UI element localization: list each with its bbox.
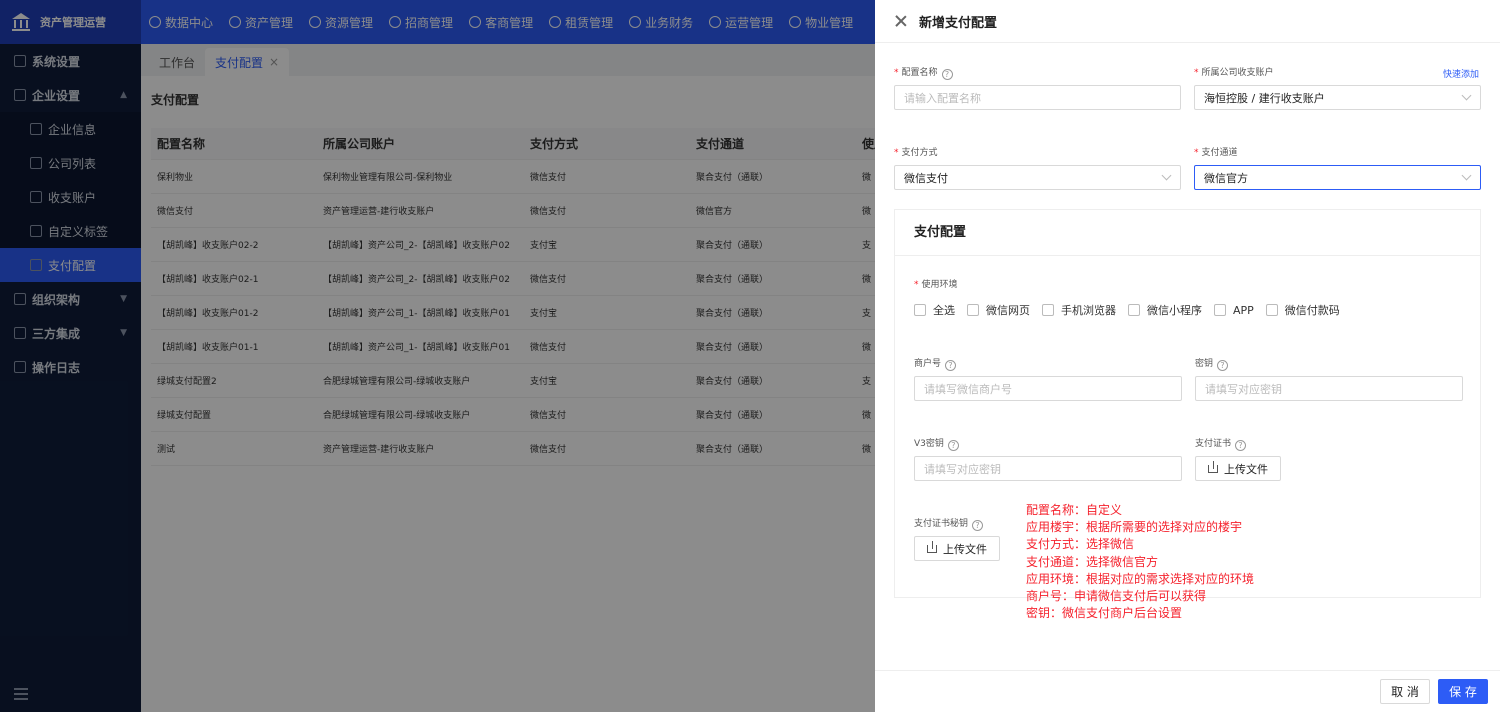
upload-icon (1208, 460, 1218, 473)
instruction-notes: 配置名称：自定义应用楼宇：根据所需要的选择对应的楼宇 支付方式：选择微信支付通道：… (1026, 502, 1254, 622)
company-account-select[interactable]: 海恒控股 / 建行收支账户 (1194, 85, 1481, 110)
note-line: 支付方式：选择微信 (1026, 537, 1135, 552)
cert-upload-button[interactable]: 上传文件 (1195, 456, 1281, 481)
help-icon[interactable]: ? (1235, 440, 1247, 451)
save-button[interactable]: 保 存 (1438, 679, 1488, 704)
env-checkbox[interactable]: 微信小程序 (1128, 302, 1202, 318)
config-name-input[interactable]: 请输入配置名称 (894, 85, 1181, 110)
drawer-header: 新增支付配置 (875, 0, 1500, 43)
chevron-down-icon (1461, 170, 1472, 181)
note-line: 商户号：申请微信支付后可以获得 (1026, 589, 1207, 604)
pay-method-label: * 支付方式 (894, 148, 938, 158)
note-line: 配置名称：自定义 (1026, 503, 1123, 517)
env-label: * 使用环境 (914, 280, 958, 290)
help-icon[interactable]: ? (972, 520, 984, 531)
pay-channel-select[interactable]: 微信官方 (1194, 165, 1481, 190)
checkbox-box[interactable] (1042, 304, 1054, 316)
pay-channel-label: * 支付通道 (1194, 148, 1238, 158)
env-checkbox[interactable]: APP (1214, 304, 1254, 317)
env-checkbox[interactable]: 微信网页 (967, 302, 1030, 318)
pay-config-title: 支付配置 (895, 210, 1480, 256)
help-icon[interactable]: ? (1217, 360, 1229, 371)
config-name-label: * 配置名称? (894, 65, 953, 80)
help-icon[interactable]: ? (941, 69, 953, 80)
upload-icon (927, 540, 937, 553)
note-line: 密钥：微信支付商户后台设置 (1026, 606, 1183, 621)
env-checkbox[interactable]: 全选 (914, 302, 955, 318)
secret-input[interactable]: 请填写对应密钥 (1195, 376, 1463, 401)
pay-method-select[interactable]: 微信支付 (894, 165, 1181, 190)
help-icon[interactable]: ? (945, 360, 957, 371)
add-payment-config-drawer: 新增支付配置 * 配置名称? 请输入配置名称 * 所属公司收支账户 快速添加 海恒控… (875, 0, 1500, 712)
env-checkbox-label: 全选 (933, 304, 955, 317)
note-line: 应用楼宇：根据所需要的选择对应的楼宇 (1026, 520, 1243, 535)
company-account-label: * 所属公司收支账户 (1194, 68, 1274, 78)
drawer-footer: 取 消 保 存 (875, 670, 1500, 712)
env-checkbox-label: 微信付款码 (1284, 304, 1340, 317)
cert-key-label: 支付证书秘钥? (914, 516, 984, 531)
checkbox-box[interactable] (1265, 304, 1278, 316)
env-checkbox-label: 手机浏览器 (1061, 304, 1116, 317)
close-icon[interactable] (895, 15, 907, 27)
secret-label: 密钥? (1195, 356, 1229, 371)
note-line: 应用环境：根据对应的需求选择对应的环境 (1026, 571, 1255, 586)
env-checkbox[interactable]: 手机浏览器 (1042, 302, 1116, 318)
help-icon[interactable]: ? (947, 440, 959, 451)
checkbox-box[interactable] (1128, 304, 1140, 316)
pay-config-card: 支付配置 * 使用环境 全选 微信网页 手机浏览器 微信小程序 APP 微信付款码 商户号?… (894, 209, 1481, 620)
checkbox-box[interactable] (914, 304, 926, 316)
chevron-down-icon (1161, 170, 1172, 181)
quick-add-link[interactable]: 快速添加 (1443, 67, 1479, 80)
chevron-down-icon (1461, 90, 1472, 101)
checkbox-box[interactable] (1214, 304, 1226, 316)
env-checkbox[interactable]: 微信付款码 (1265, 302, 1340, 318)
cert-key-upload-button[interactable]: 上传文件 (914, 536, 1000, 561)
checkbox-box[interactable] (967, 304, 979, 316)
env-checkbox-label: 微信网页 (986, 304, 1030, 317)
note-line: 支付通道：选择微信官方 (1026, 554, 1159, 569)
env-checkbox-label: 微信小程序 (1147, 304, 1202, 317)
cert-label: 支付证书? (1195, 436, 1247, 451)
drawer-title: 新增支付配置 (919, 15, 998, 31)
merchant-no-label: 商户号? (914, 356, 957, 371)
cancel-button[interactable]: 取 消 (1380, 679, 1430, 704)
env-checkbox-group: 全选 微信网页 手机浏览器 微信小程序 APP 微信付款码 (914, 302, 1352, 318)
v3-secret-input[interactable]: 请填写对应密钥 (914, 456, 1182, 481)
env-checkbox-label: APP (1233, 303, 1254, 317)
v3-secret-label: V3密钥? (914, 436, 959, 451)
merchant-no-input[interactable]: 请填写微信商户号 (914, 376, 1182, 401)
